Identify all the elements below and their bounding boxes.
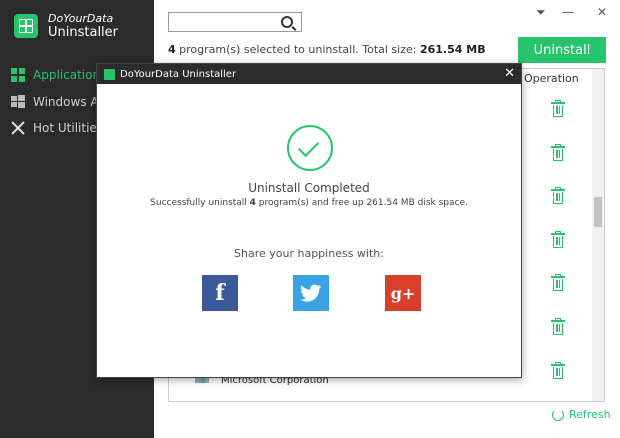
twitter-icon: [300, 284, 322, 302]
selection-summary: 4 program(s) selected to uninstall. Tota…: [168, 43, 486, 56]
scrollbar-thumb[interactable]: [594, 197, 602, 227]
brand: DoYourData Uninstaller: [14, 12, 118, 40]
trash-icon[interactable]: [551, 187, 565, 204]
uninstall-button[interactable]: Uninstall: [518, 37, 606, 63]
refresh-button[interactable]: Refresh: [552, 408, 611, 421]
brand-name-bottom: Uninstaller: [48, 25, 119, 40]
list-scrollbar[interactable]: [592, 69, 604, 401]
facebook-share-button[interactable]: f: [202, 275, 238, 311]
brand-name-top: DoYourData: [48, 12, 114, 25]
dialog-title: DoYourData Uninstaller: [120, 68, 237, 80]
dialog-heading: Uninstall Completed: [248, 181, 370, 195]
trash-icon[interactable]: [551, 100, 565, 117]
search-input[interactable]: [168, 12, 302, 32]
search-icon[interactable]: [281, 16, 293, 28]
trash-icon[interactable]: [551, 231, 565, 248]
menu-icon[interactable]: ⏷: [536, 5, 546, 20]
windows-icon: [11, 95, 25, 109]
trash-icon[interactable]: [551, 362, 565, 379]
trash-icon[interactable]: [551, 144, 565, 161]
trash-icon[interactable]: [551, 274, 565, 291]
dialog-close-button[interactable]: ✕: [504, 66, 515, 81]
trash-icon[interactable]: [551, 318, 565, 335]
share-prompt: Share your happiness with:: [234, 247, 384, 260]
sidebar-item-label: Hot Utilities: [33, 121, 104, 135]
app-logo-icon: [104, 68, 115, 80]
minimize-icon[interactable]: —: [562, 5, 574, 19]
app-logo-icon: [14, 14, 38, 38]
success-check-icon: [287, 125, 333, 171]
uninstall-complete-dialog: DoYourData Uninstaller ✕ Uninstall Compl…: [96, 63, 522, 378]
dialog-message: Successfully uninstall 4 program(s) and …: [150, 198, 468, 208]
google-plus-share-button[interactable]: g+: [385, 275, 421, 311]
close-icon[interactable]: ✕: [597, 5, 607, 19]
refresh-icon: [552, 408, 564, 421]
grid-icon: [11, 68, 25, 82]
dialog-title-bar: DoYourData Uninstaller ✕: [97, 64, 521, 84]
refresh-label: Refresh: [569, 408, 611, 421]
operation-column-header: Operation: [524, 72, 579, 85]
twitter-share-button[interactable]: [293, 275, 329, 311]
tools-icon: [11, 121, 25, 135]
